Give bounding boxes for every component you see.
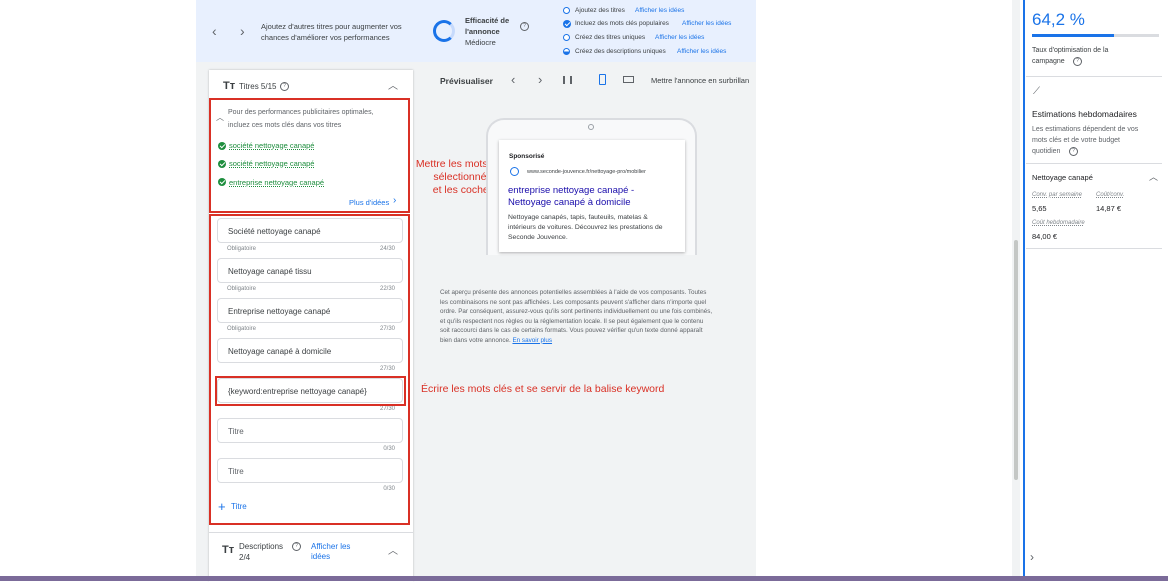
highlight-toggle-label[interactable]: Mettre l'annonce en surbrillan (651, 76, 749, 85)
preview-prev-icon[interactable]: ‹ (511, 72, 515, 87)
disclaimer-line: Cet aperçu présente des annonces potenti… (440, 289, 707, 296)
suggestion-text: Incluez des mots clés populaires (575, 20, 669, 27)
suggestion-status-icon (563, 34, 570, 41)
weekly-desc-3: quotidien (1032, 148, 1061, 155)
disclaimer-line: soit raccourci dans le cas de certains f… (440, 327, 703, 334)
descriptions-ideas-link-1[interactable]: Afficher les (311, 542, 350, 551)
help-icon[interactable]: ? (280, 82, 289, 91)
collapse-icon[interactable]: ︿ (388, 542, 398, 557)
suggestion-link[interactable]: Afficher les idées (677, 48, 726, 55)
suggestion-text: Créez des titres uniques (575, 34, 646, 41)
disclaimer-end: bien dans votre annonce. (440, 336, 511, 344)
suggestion-text: Créez des descriptions uniques (575, 48, 666, 55)
preview-disclaimer: Cet aperçu présente des annonces potenti… (440, 288, 750, 345)
collapse-icon[interactable]: ︿ (1149, 170, 1158, 183)
taskbar-strip (0, 576, 1168, 581)
metric-weekly-cost-label: Coût hebdomadaire (1032, 220, 1085, 226)
divider (1026, 76, 1162, 77)
ad-strength-value: Médiocre (465, 38, 496, 47)
metric-cost-conv-label: Coût/conv. (1096, 192, 1125, 198)
disclaimer-line: ordre. Par conséquent, assurez-vous qu'i… (440, 308, 713, 315)
metric-cost-conv-value: 14,87 € (1096, 204, 1122, 213)
descriptions-ideas-link-2[interactable]: idées (311, 552, 330, 561)
panel-expand-icon[interactable]: › (1030, 550, 1034, 564)
ad-strength-label-1: Efficacité de (465, 16, 510, 25)
ad-headline-2[interactable]: Nettoyage canapé à domicile (508, 197, 631, 208)
weekly-desc-1: Les estimations dépendent de vos (1032, 126, 1139, 133)
split-view-icon[interactable] (563, 76, 572, 84)
globe-icon (510, 167, 519, 176)
ad-group-name: Nettoyage canapé (1032, 173, 1093, 182)
disclaimer-last-line: bien dans votre annonce. En savoir plus (440, 336, 750, 346)
sponsored-label: Sponsorisé (509, 153, 545, 160)
prev-arrow-icon[interactable]: ‹ (212, 23, 217, 39)
divider (1026, 163, 1162, 164)
metric-conv-value: 5,65 (1032, 204, 1047, 213)
banner-message: Ajoutez d'autres titres pour augmenter v… (261, 22, 402, 42)
suggestion-text: Ajoutez des titres (575, 7, 625, 14)
text-format-icon: Tт (223, 80, 236, 92)
metric-conv-label: Conv. par semaine (1032, 192, 1082, 198)
ad-description-2: intérieurs de voitures. Découvrez les pr… (508, 224, 663, 231)
ad-headline-1[interactable]: entreprise nettoyage canapé - (508, 185, 634, 196)
metric-weekly-cost-value: 84,00 € (1032, 232, 1058, 241)
weekly-estimates-title: Estimations hebdomadaires (1032, 109, 1137, 119)
score-bar-fill (1032, 34, 1114, 37)
weekly-desc-2: mots clés et de votre budget (1032, 137, 1120, 144)
suggestion-link[interactable]: Afficher les idées (635, 7, 684, 14)
score-label-2: campagne (1032, 58, 1065, 65)
text-format-icon: Tт (222, 544, 235, 556)
suggestion-status-icon (563, 7, 570, 14)
disclaimer-line: les combinaisons ne sont pas affichées. … (440, 298, 707, 306)
ad-description-3: Seconde Jouvence. (508, 234, 568, 241)
annotation-note-keyword-tag: Écrire les mots clés et se servir de la … (421, 383, 665, 395)
collapse-icon[interactable]: ︿ (388, 77, 398, 92)
ad-description-1: Nettoyage canapés, tapis, fauteuils, mat… (508, 214, 648, 221)
trend-icon: ⟋ (1033, 86, 1040, 97)
descriptions-count: 2/4 (239, 553, 251, 562)
optimization-score: 64,2 % (1032, 10, 1085, 29)
phone-camera-icon (588, 124, 594, 130)
help-icon[interactable]: ? (520, 22, 529, 31)
annotation-box-keywords (209, 98, 410, 213)
next-arrow-icon[interactable]: › (240, 23, 245, 39)
annotation-box-keyword-field (215, 376, 406, 406)
preview-title: Prévisualiser (440, 76, 493, 86)
ad-strength-gauge-icon (433, 20, 455, 42)
suggestion-link[interactable]: Afficher les idées (682, 20, 731, 27)
preview-next-icon[interactable]: › (538, 72, 542, 87)
help-icon[interactable]: ? (292, 542, 301, 551)
headlines-title: Titres 5/15 (239, 82, 277, 91)
help-icon[interactable]: ? (1069, 147, 1078, 156)
help-icon[interactable]: ? (1073, 57, 1082, 66)
divider (1026, 248, 1162, 249)
disclaimer-line: et qu'ils respectent nos règles ou la ré… (440, 317, 704, 325)
ad-strength-label-2: l'annonce (465, 27, 500, 36)
descriptions-title: Descriptions (239, 542, 284, 551)
ad-display-url: www.seconde-jouvence.fr/nettoyage-pro/mo… (527, 169, 646, 175)
mobile-device-icon[interactable] (599, 74, 606, 85)
scrollbar-thumb[interactable] (1014, 240, 1018, 480)
suggestion-link[interactable]: Afficher les idées (655, 34, 704, 41)
optimization-panel (1023, 0, 1168, 581)
suggestion-half-icon (563, 48, 570, 55)
annotation-box-headlines (209, 214, 410, 525)
desktop-device-icon[interactable] (623, 76, 634, 83)
score-label-1: Taux d'optimisation de la (1032, 47, 1109, 54)
learn-more-link[interactable]: En savoir plus (512, 337, 552, 344)
suggestion-done-icon (563, 20, 571, 28)
